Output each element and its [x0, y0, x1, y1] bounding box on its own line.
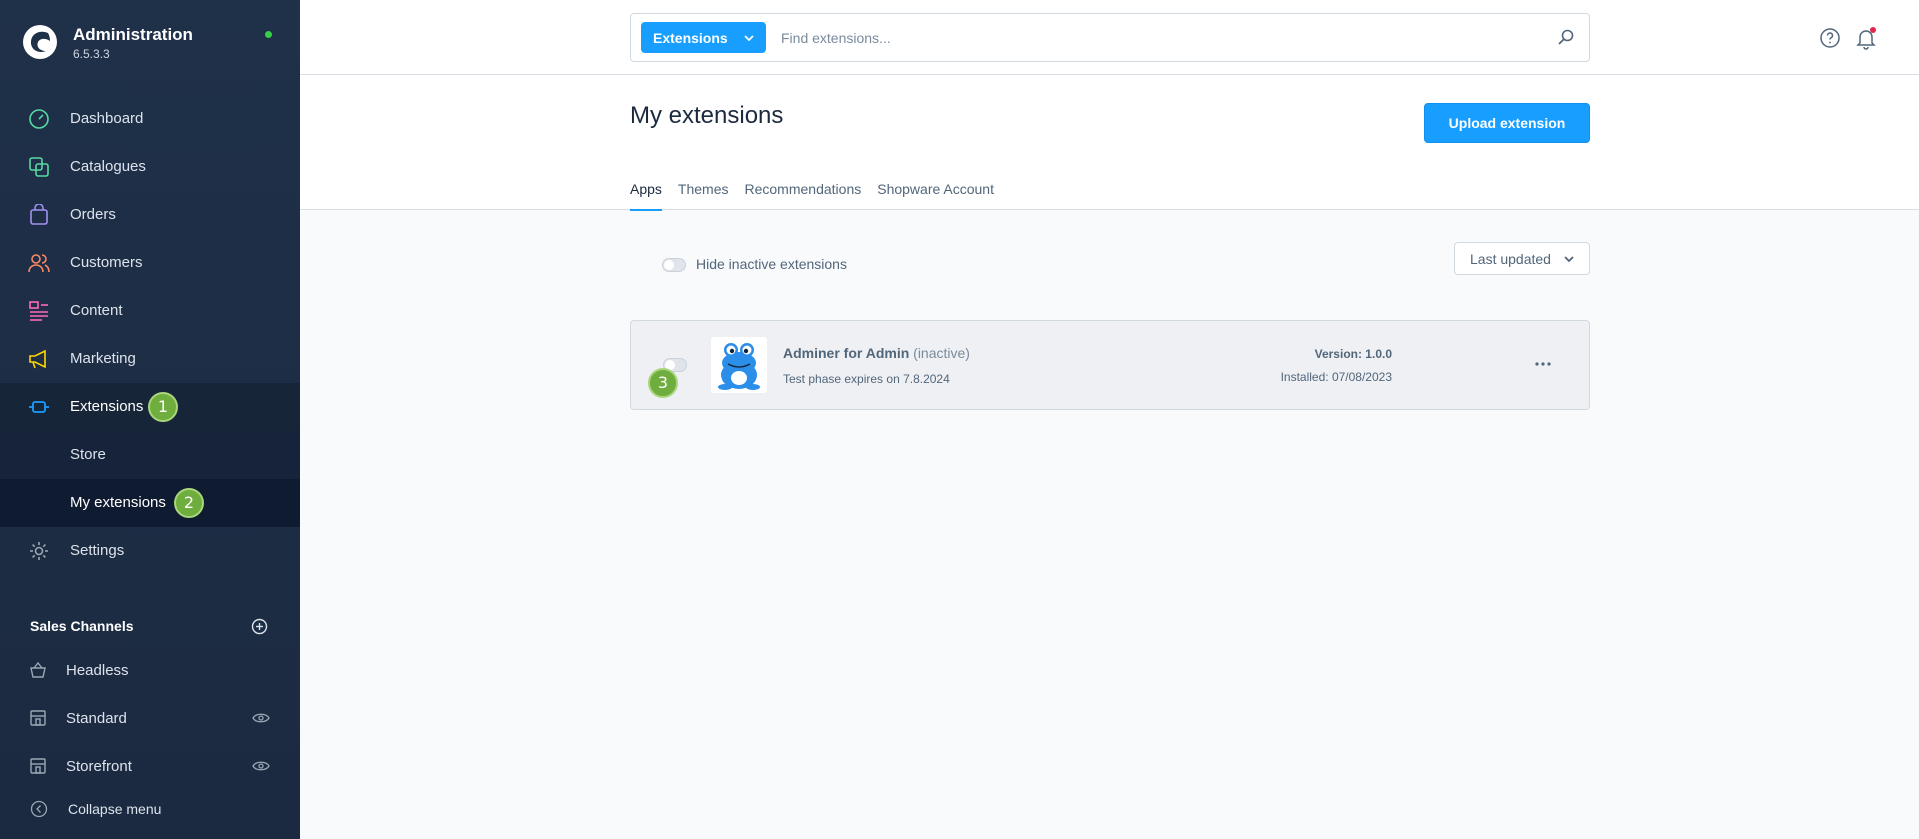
top-bar: Extensions: [300, 0, 1919, 75]
sidebar-item-label: Catalogues: [70, 158, 146, 175]
page-header: My extensions Upload extension Apps Them…: [300, 75, 1919, 211]
app-title: Administration: [73, 25, 193, 44]
tab-shopware-account[interactable]: Shopware Account: [877, 181, 994, 210]
sales-channel-storefront[interactable]: Storefront: [0, 745, 300, 789]
extension-version: Version: 1.0.0: [1314, 347, 1392, 361]
collapse-menu-label: Collapse menu: [68, 801, 162, 817]
step-badge: 1: [148, 392, 178, 422]
app-version: 6.5.3.3: [73, 47, 110, 61]
more-options-icon[interactable]: [1533, 357, 1553, 371]
orders-icon: [30, 204, 48, 225]
sales-channel-label: Headless: [66, 662, 129, 679]
sidebar-subitem-label: Store: [70, 446, 106, 463]
sidebar-item-label: Marketing: [70, 350, 136, 367]
extension-status: (inactive): [913, 345, 970, 361]
eye-icon[interactable]: [252, 760, 270, 772]
sales-channel-label: Storefront: [66, 758, 132, 775]
sidebar-item-label: Extensions: [70, 398, 144, 415]
sidebar-subitem-label: My extensions: [70, 494, 166, 511]
status-dot: [265, 31, 272, 38]
sidebar-item-label: Settings: [70, 542, 125, 559]
sidebar-item-orders[interactable]: Orders: [0, 191, 300, 239]
extensions-icon: [29, 401, 49, 413]
search-type-label: Extensions: [653, 30, 728, 46]
chevron-down-icon: [1564, 256, 1574, 263]
tab-recommendations[interactable]: Recommendations: [745, 181, 862, 210]
chevron-down-icon: [744, 35, 754, 42]
basket-icon: [30, 661, 46, 678]
sidebar-item-customers[interactable]: Customers: [0, 239, 300, 287]
extension-installed-date: Installed: 07/08/2023: [1280, 370, 1392, 384]
sidebar-item-label: Dashboard: [70, 110, 144, 127]
frog-logo-icon: [718, 343, 760, 390]
search-bar: Extensions: [630, 13, 1590, 62]
step-badge: 3: [648, 368, 678, 398]
sales-channel-standard[interactable]: Standard: [0, 697, 300, 741]
customers-icon: [28, 254, 50, 273]
catalogue-icon: [29, 157, 49, 177]
sidebar-item-label: Orders: [70, 206, 116, 223]
sidebar-item-dashboard[interactable]: Dashboard: [0, 95, 300, 143]
sidebar-item-marketing[interactable]: Marketing: [0, 335, 300, 383]
settings-icon: [30, 542, 48, 560]
marketing-icon: [29, 349, 46, 369]
extension-name-text: Adminer for Admin: [783, 345, 910, 361]
extension-logo: [711, 337, 767, 393]
sidebar: Administration 6.5.3.3 Dashboard Catalog…: [0, 0, 300, 839]
upload-extension-button[interactable]: Upload extension: [1424, 103, 1590, 143]
page-title: My extensions: [630, 102, 784, 129]
storefront-icon: [30, 758, 46, 774]
sidebar-item-settings[interactable]: Settings: [0, 527, 300, 575]
tab-themes[interactable]: Themes: [678, 181, 729, 210]
sales-channels-title: Sales Channels: [30, 618, 134, 634]
extension-trial-info: Test phase expires on 7.8.2024: [783, 372, 950, 386]
eye-icon[interactable]: [252, 712, 270, 724]
sidebar-item-label: Content: [70, 302, 123, 319]
storefront-icon: [30, 710, 46, 726]
sort-select-value: Last updated: [1470, 251, 1551, 267]
search-type-dropdown[interactable]: Extensions: [641, 22, 766, 53]
sort-select[interactable]: Last updated: [1454, 242, 1590, 275]
step-badge: 2: [174, 488, 204, 518]
notification-bell-icon[interactable]: [1854, 26, 1878, 50]
sidebar-subitem-store[interactable]: Store: [0, 431, 300, 479]
tabs: Apps Themes Recommendations Shopware Acc…: [630, 181, 1010, 211]
collapse-icon: [30, 800, 48, 818]
shopware-logo-icon[interactable]: [22, 24, 58, 60]
sales-channel-headless[interactable]: Headless: [0, 649, 300, 693]
search-icon[interactable]: [1557, 28, 1575, 46]
tab-apps[interactable]: Apps: [630, 181, 662, 211]
search-input[interactable]: [781, 24, 1541, 52]
sidebar-item-catalogues[interactable]: Catalogues: [0, 143, 300, 191]
content-icon: [29, 301, 48, 321]
extensions-submenu: Store My extensions: [0, 431, 300, 527]
brand: Administration 6.5.3.3: [0, 0, 300, 86]
hide-inactive-label: Hide inactive extensions: [696, 256, 847, 272]
extension-card: Adminer for Admin (inactive) Test phase …: [630, 320, 1590, 410]
sidebar-item-content[interactable]: Content: [0, 287, 300, 335]
add-sales-channel-icon[interactable]: [251, 618, 268, 635]
sidebar-subitem-my-extensions[interactable]: My extensions: [0, 479, 300, 527]
dashboard-icon: [29, 109, 49, 129]
sales-channel-label: Standard: [66, 710, 127, 727]
extension-name: Adminer for Admin (inactive): [783, 345, 970, 361]
collapse-menu-button[interactable]: Collapse menu: [0, 797, 300, 827]
hide-inactive-toggle[interactable]: [662, 258, 686, 272]
sidebar-item-label: Customers: [70, 254, 143, 271]
help-icon[interactable]: [1819, 27, 1841, 49]
